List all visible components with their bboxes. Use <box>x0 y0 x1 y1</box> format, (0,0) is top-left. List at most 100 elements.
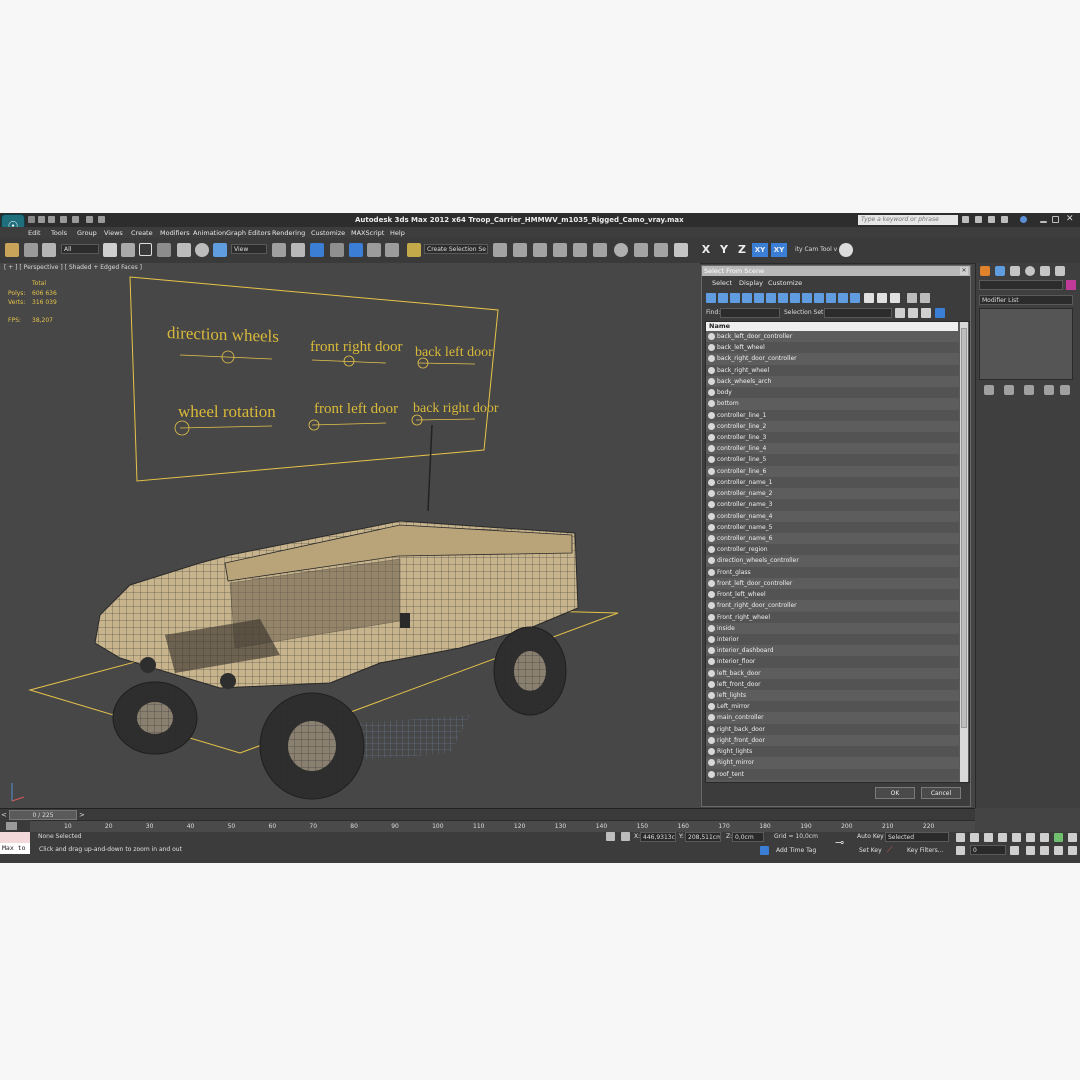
menu-rendering[interactable]: Rendering <box>272 229 305 237</box>
remove-modifier-icon[interactable] <box>1044 385 1054 395</box>
filter-shapes-icon[interactable] <box>718 293 728 303</box>
object-list[interactable]: Name back_left_door_controller back_left_… <box>705 321 970 783</box>
help-icon[interactable] <box>1020 216 1027 223</box>
axis-xy-button[interactable]: XY <box>752 243 768 257</box>
list-item[interactable]: controller_name_1 <box>706 476 959 489</box>
list-item[interactable]: interior_floor <box>706 656 959 668</box>
orbit-icon[interactable] <box>1054 846 1063 855</box>
list-item[interactable]: front_left_door_controller <box>706 577 959 590</box>
previous-frame-icon[interactable] <box>970 833 979 842</box>
filter-funnel-icon[interactable] <box>907 293 917 303</box>
unlink-icon[interactable] <box>24 243 38 257</box>
reference-coordinate-dropdown[interactable]: View <box>231 244 267 254</box>
current-frame-field[interactable]: 0 <box>970 845 1006 855</box>
maximize-viewport-icon[interactable] <box>1068 846 1077 855</box>
tab-display[interactable]: Display <box>739 279 763 287</box>
menu-modifiers[interactable]: Modifiers <box>160 229 190 237</box>
rendered-frame-window-icon[interactable] <box>654 243 668 257</box>
list-item[interactable]: controller_name_2 <box>706 488 959 500</box>
list-item[interactable]: left_front_door <box>706 678 959 691</box>
edit-named-selection-icon[interactable] <box>407 243 421 257</box>
subscription-icon[interactable] <box>975 216 982 223</box>
link-icon[interactable] <box>5 243 19 257</box>
time-configuration-icon[interactable] <box>1010 846 1019 855</box>
move-icon[interactable] <box>177 243 191 257</box>
list-item[interactable]: back_wheels_arch <box>706 375 959 388</box>
list-item[interactable]: Front_right_wheel <box>706 611 959 623</box>
select-by-name-icon[interactable] <box>121 243 135 257</box>
list-item[interactable]: right_front_door <box>706 734 959 747</box>
communication-icon[interactable] <box>988 216 995 223</box>
time-slider-prev-icon[interactable]: < <box>1 811 7 819</box>
select-none-icon[interactable] <box>877 293 887 303</box>
z-coordinate[interactable]: 0,0cm <box>732 832 764 842</box>
list-item[interactable]: bottom <box>706 398 959 410</box>
transform-type-in-icon[interactable] <box>621 832 630 841</box>
list-item[interactable]: body <box>706 387 959 399</box>
axis-z-button[interactable]: Z <box>734 243 750 257</box>
list-view-icon[interactable] <box>895 308 905 318</box>
list-item[interactable]: controller_line_6 <box>706 465 959 477</box>
axis-xy-plane-button[interactable]: XY <box>771 243 787 257</box>
tab-customize[interactable]: Customize <box>768 279 802 287</box>
menu-group[interactable]: Group <box>77 229 97 237</box>
select-all-icon[interactable] <box>864 293 874 303</box>
scale-icon[interactable] <box>213 243 227 257</box>
zoom-extents-icon[interactable] <box>1054 833 1063 842</box>
selection-set-dropdown[interactable] <box>824 308 892 318</box>
column-header-name[interactable]: Name <box>706 322 958 331</box>
sort-icon[interactable] <box>921 308 931 318</box>
list-item[interactable]: main_controller <box>706 712 959 724</box>
align-icon[interactable] <box>513 243 527 257</box>
menu-create[interactable]: Create <box>131 229 153 237</box>
snaps-toggle-icon[interactable] <box>330 243 344 257</box>
selection-filter-dropdown[interactable]: All <box>61 244 99 254</box>
list-item[interactable]: Right_mirror <box>706 757 959 769</box>
new-file-icon[interactable] <box>28 216 35 223</box>
key-filters-button[interactable]: Key Filters... <box>907 847 944 854</box>
mirror-icon[interactable] <box>493 243 507 257</box>
search-input[interactable]: Type a keyword or phrase <box>858 215 958 225</box>
list-item[interactable]: controller_line_2 <box>706 420 959 432</box>
modifier-stack[interactable] <box>979 308 1073 380</box>
fetch-icon[interactable] <box>98 216 105 223</box>
modifier-list-dropdown[interactable]: Modifier List <box>979 295 1073 305</box>
save-file-icon[interactable] <box>48 216 55 223</box>
render-setup-icon[interactable] <box>634 243 648 257</box>
ok-button[interactable]: OK <box>875 787 915 799</box>
track-bar-toggle[interactable] <box>0 820 30 832</box>
filter-frozen-icon[interactable] <box>826 293 836 303</box>
menu-maxscript[interactable]: MAXScript <box>351 229 384 237</box>
minimize-icon[interactable] <box>1040 221 1047 223</box>
select-manipulate-icon[interactable] <box>291 243 305 257</box>
maximize-icon[interactable] <box>1052 216 1059 223</box>
rectangular-selection-icon[interactable] <box>139 243 152 256</box>
configure-modifier-sets-icon[interactable] <box>1060 385 1070 395</box>
favorites-icon[interactable] <box>1001 216 1008 223</box>
menu-help[interactable]: Help <box>390 229 405 237</box>
filter-helpers-icon[interactable] <box>754 293 764 303</box>
list-scrollbar[interactable] <box>960 322 968 782</box>
list-item[interactable]: Right_lights <box>706 746 959 758</box>
menu-views[interactable]: Views <box>104 229 123 237</box>
select-object-icon[interactable] <box>103 243 117 257</box>
curve-editor-icon[interactable] <box>573 243 587 257</box>
tab-select[interactable]: Select <box>712 279 732 287</box>
search-icon[interactable] <box>962 216 969 223</box>
list-item[interactable]: controller_line_3 <box>706 431 959 444</box>
x-coordinate[interactable]: 446,9313c <box>640 832 676 842</box>
filter-all-icon[interactable] <box>850 293 860 303</box>
object-name-field[interactable] <box>979 280 1063 290</box>
menu-customize[interactable]: Customize <box>311 229 345 237</box>
list-scrollbar-thumb[interactable] <box>961 328 967 728</box>
time-slider-thumb[interactable]: 0 / 225 <box>9 810 77 820</box>
redo-icon[interactable] <box>72 216 79 223</box>
filter-xrefs-icon[interactable] <box>790 293 800 303</box>
list-item[interactable]: controller_line_4 <box>706 443 959 455</box>
list-item[interactable]: back_right_wheel <box>706 364 959 376</box>
select-invert-icon[interactable] <box>890 293 900 303</box>
list-item[interactable]: left_back_door <box>706 667 959 679</box>
field-of-view-icon[interactable] <box>1026 846 1035 855</box>
list-item[interactable]: Front_left_wheel <box>706 589 959 601</box>
list-item[interactable]: controller_name_5 <box>706 521 959 533</box>
